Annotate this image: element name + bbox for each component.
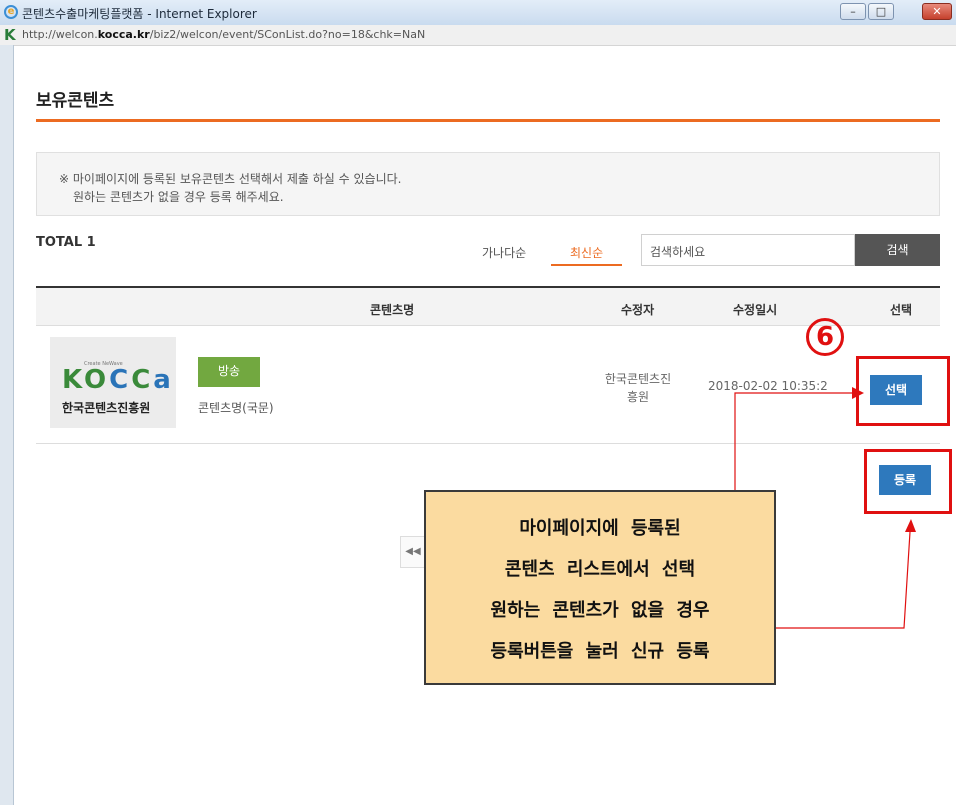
- connector-to-register: [776, 531, 911, 629]
- connector-to-select: [734, 392, 852, 490]
- callout-line-4: 등록버튼을 눌러 신규 등록: [490, 641, 710, 662]
- arrowhead-select: [852, 387, 864, 399]
- callout-line-2: 콘텐츠 리스트에서 선택: [504, 559, 696, 580]
- instruction-callout: 마이페이지에 등록된 콘텐츠 리스트에서 선택 원하는 콘텐츠가 없을 경우 등…: [424, 490, 776, 685]
- callout-line-3: 원하는 콘텐츠가 없을 경우: [490, 600, 710, 621]
- arrowhead-register: [905, 519, 916, 532]
- callout-line-1: 마이페이지에 등록된: [519, 518, 681, 539]
